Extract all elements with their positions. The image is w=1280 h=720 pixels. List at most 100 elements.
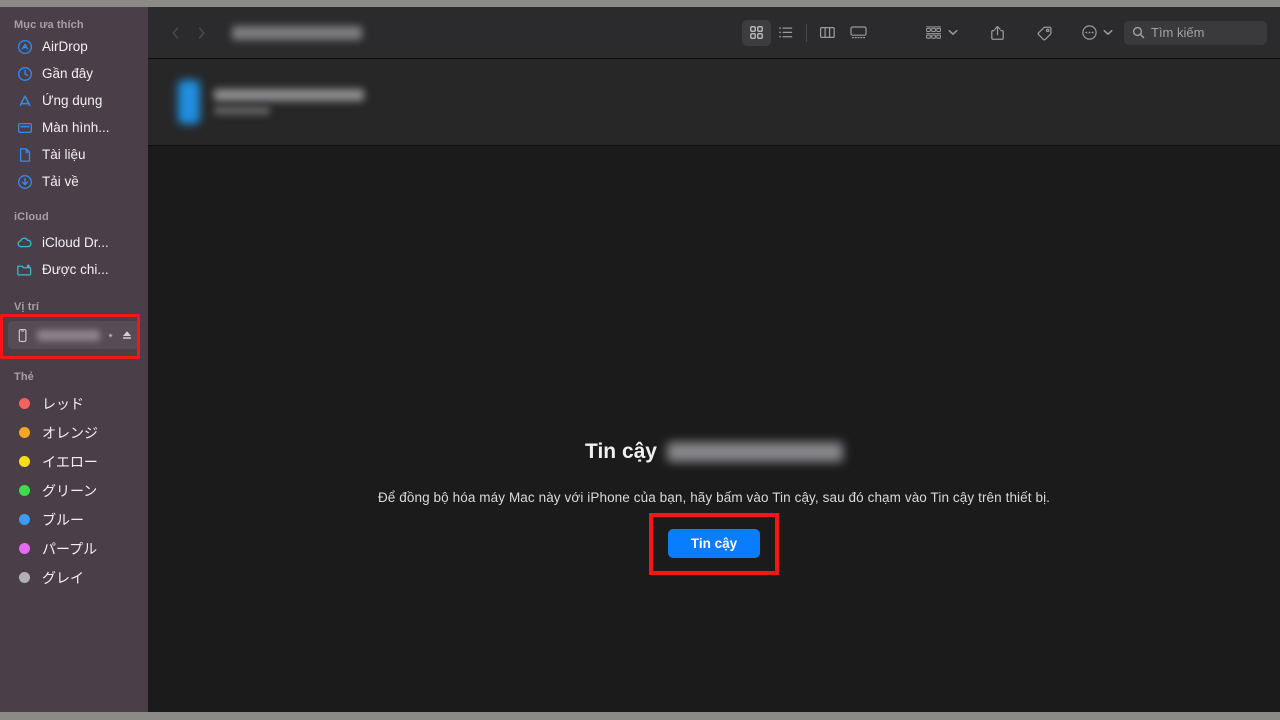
back-button[interactable] <box>164 22 186 44</box>
more-actions-group[interactable] <box>1077 20 1114 46</box>
sidebar-item-airdrop[interactable]: AirDrop <box>0 33 148 60</box>
sidebar-tag-label: オレンジ <box>42 424 98 441</box>
iphone-device-icon <box>178 80 200 124</box>
column-view-button[interactable] <box>813 20 842 46</box>
trust-button-container: Tin cậy <box>148 513 1280 575</box>
sidebar-section-favorites: Mục ưa thích AirDrop Gần đây Ứng dụng Mà… <box>0 17 148 195</box>
sidebar-device-name-dot <box>109 333 112 337</box>
sidebar-device-wrapper <box>0 314 140 359</box>
sidebar-section-icloud: iCloud iCloud Dr... Được chi... <box>0 209 148 283</box>
window-title-redacted <box>232 25 362 40</box>
iphone-icon <box>15 328 30 343</box>
trust-prompt: Tin cậy Để đồng bộ hóa máy Mac này với i… <box>148 438 1280 575</box>
sidebar-tag-label: イエロー <box>42 453 98 470</box>
share-button[interactable] <box>983 20 1012 46</box>
sidebar-section-title-favorites: Mục ưa thích <box>14 19 84 31</box>
sidebar-item-icloud-drive[interactable]: iCloud Dr... <box>0 229 148 256</box>
list-view-button[interactable] <box>771 20 800 46</box>
toolbar-divider <box>806 23 807 42</box>
toolbar: Tìm kiếm <box>148 7 1280 59</box>
sidebar-item-shared[interactable]: Được chi... <box>0 256 148 283</box>
sidebar-item-iphone-device[interactable] <box>8 321 140 349</box>
sidebar-tag-green[interactable]: グリーン <box>0 476 148 505</box>
tag-dot-purple-icon <box>19 543 30 554</box>
file-item-device[interactable] <box>160 71 433 133</box>
sidebar-tag-yellow[interactable]: イエロー <box>0 447 148 476</box>
more-actions-button[interactable] <box>1077 20 1101 46</box>
sidebar-tag-label: グレイ <box>42 569 84 586</box>
window-body: Mục ưa thích AirDrop Gần đây Ứng dụng Mà… <box>0 7 1280 712</box>
navigation-buttons <box>164 22 212 44</box>
clock-icon <box>16 65 33 82</box>
trust-heading-text: Tin cậy <box>585 440 657 463</box>
file-listing-strip[interactable] <box>148 59 1280 146</box>
icon-view-button[interactable] <box>742 19 771 46</box>
more-actions-chevron-down-icon[interactable] <box>1101 29 1114 36</box>
tag-dot-gray-icon <box>19 572 30 583</box>
search-placeholder: Tìm kiếm <box>1151 25 1205 40</box>
desktop-background-bottom <box>0 712 1280 720</box>
eject-icon[interactable] <box>119 328 134 342</box>
finder-window: Mục ưa thích AirDrop Gần đây Ứng dụng Mà… <box>0 0 1280 720</box>
sidebar-tag-label: ブルー <box>42 511 84 528</box>
tag-dot-blue-icon <box>19 514 30 525</box>
sidebar-item-label: Tải về <box>42 174 79 189</box>
group-by-group[interactable] <box>920 20 959 46</box>
sidebar: Mục ưa thích AirDrop Gần đây Ứng dụng Mà… <box>0 7 148 712</box>
view-mode-group <box>742 19 874 46</box>
sidebar-item-applications[interactable]: Ứng dụng <box>0 87 148 114</box>
content-area: Tìm kiếm Tin cậy Để đồng bộ hóa máy Mac … <box>148 7 1280 712</box>
sidebar-item-label: Được chi... <box>42 262 109 277</box>
sidebar-item-label: Ứng dụng <box>42 93 103 108</box>
sidebar-tag-orange[interactable]: オレンジ <box>0 418 148 447</box>
sidebar-tag-label: グリーン <box>42 482 98 499</box>
tag-dot-red-icon <box>19 398 30 409</box>
sidebar-section-title-tags: Thẻ <box>14 371 34 383</box>
sidebar-item-recents[interactable]: Gần đây <box>0 60 148 87</box>
sidebar-section-locations: Vị trí <box>0 299 148 359</box>
shared-folder-icon <box>16 261 33 278</box>
trust-description: Để đồng bộ hóa máy Mac này với iPhone củ… <box>377 490 1051 505</box>
trust-heading: Tin cậy <box>148 438 1280 466</box>
desktop-background-top <box>0 0 1280 7</box>
sidebar-item-documents[interactable]: Tài liệu <box>0 141 148 168</box>
sidebar-tag-label: パープル <box>42 540 98 557</box>
airdrop-icon <box>16 38 33 55</box>
sidebar-tag-label: レッド <box>42 395 84 412</box>
sidebar-item-label: Tài liệu <box>42 147 86 162</box>
cloud-icon <box>16 234 33 251</box>
group-by-button[interactable] <box>920 20 946 46</box>
tag-dot-orange-icon <box>19 427 30 438</box>
gallery-view-button[interactable] <box>842 20 874 46</box>
sidebar-section-title-icloud: iCloud <box>14 211 49 223</box>
trust-button[interactable]: Tin cậy <box>667 529 761 558</box>
sidebar-item-label: iCloud Dr... <box>42 235 109 250</box>
tag-dot-yellow-icon <box>19 456 30 467</box>
device-name-redacted <box>666 442 843 462</box>
group-by-chevron-down-icon[interactable] <box>946 29 959 36</box>
forward-button[interactable] <box>190 22 212 44</box>
search-field[interactable]: Tìm kiếm <box>1124 20 1267 45</box>
main-content: Tin cậy Để đồng bộ hóa máy Mac này với i… <box>148 146 1280 712</box>
sidebar-item-desktop[interactable]: Màn hình... <box>0 114 148 141</box>
sidebar-item-label: AirDrop <box>42 39 88 54</box>
sidebar-tag-blue[interactable]: ブルー <box>0 505 148 534</box>
sidebar-tag-purple[interactable]: パープル <box>0 534 148 563</box>
tag-button[interactable] <box>1030 20 1059 46</box>
sidebar-tag-gray[interactable]: グレイ <box>0 563 148 592</box>
sidebar-section-title-locations: Vị trí <box>14 301 40 313</box>
sidebar-tag-red[interactable]: レッド <box>0 389 148 418</box>
sidebar-item-label: Gần đây <box>42 66 94 81</box>
desktop-icon <box>16 119 33 136</box>
file-item-label-redacted <box>214 89 364 115</box>
sidebar-item-downloads[interactable]: Tải về <box>0 168 148 195</box>
sidebar-item-label: Màn hình... <box>42 120 110 135</box>
appstore-icon <box>16 92 33 109</box>
sidebar-device-name-redacted <box>37 329 100 341</box>
tag-dot-green-icon <box>19 485 30 496</box>
document-icon <box>16 146 33 163</box>
sidebar-scroll-area[interactable]: Mục ưa thích AirDrop Gần đây Ứng dụng Mà… <box>0 7 148 712</box>
sidebar-section-tags: Thẻ レッド オレンジ イエロー グリーン ブルー パープル グレイ <box>0 369 148 592</box>
search-icon <box>1132 26 1145 39</box>
download-icon <box>16 173 33 190</box>
